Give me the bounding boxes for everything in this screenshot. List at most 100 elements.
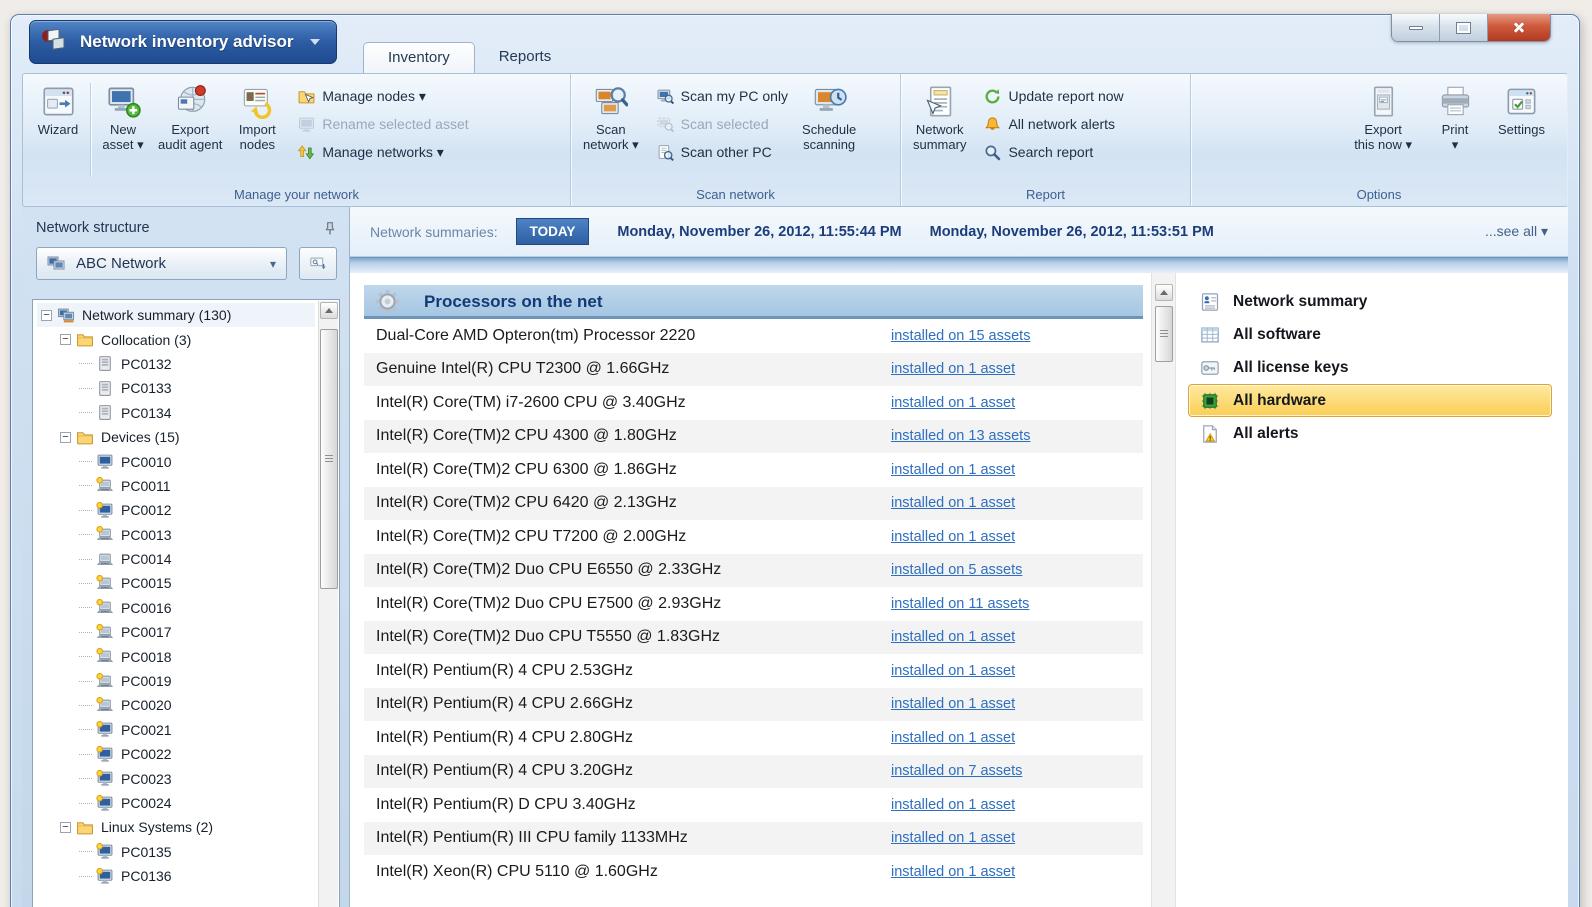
tree-item[interactable]: PC0011 bbox=[37, 474, 315, 498]
tree-scrollbar[interactable] bbox=[318, 301, 338, 907]
installed-on-link[interactable]: installed on 1 asset bbox=[891, 663, 1131, 679]
scan-network-button[interactable]: Scan network ▾ bbox=[577, 79, 645, 152]
pin-icon[interactable] bbox=[323, 221, 337, 236]
tab-reports[interactable]: Reports bbox=[475, 42, 576, 73]
discover-network-button[interactable] bbox=[299, 247, 337, 280]
tree-item-label: PC0012 bbox=[121, 502, 172, 519]
summary-date-1[interactable]: Monday, November 26, 2012, 11:55:44 PM bbox=[617, 224, 901, 240]
installed-on-link[interactable]: installed on 1 asset bbox=[891, 462, 1131, 478]
tree-connector bbox=[79, 387, 92, 389]
installed-on-link[interactable]: installed on 5 assets bbox=[891, 562, 1131, 578]
tab-inventory[interactable]: Inventory bbox=[363, 42, 475, 73]
processor-name: Dual-Core AMD Opteron(tm) Processor 2220 bbox=[376, 326, 696, 344]
tree-item[interactable]: PC0013 bbox=[37, 523, 315, 547]
import-nodes-button[interactable]: Import nodes bbox=[228, 79, 286, 152]
tree-expander-icon[interactable]: − bbox=[60, 821, 71, 833]
tree-item[interactable]: − Network summary (130) bbox=[37, 303, 315, 328]
installed-on-link[interactable]: installed on 11 assets bbox=[891, 596, 1131, 612]
installed-on-link[interactable]: installed on 13 assets bbox=[891, 428, 1131, 444]
print-button[interactable]: Print ▾ bbox=[1426, 79, 1484, 152]
tree-item[interactable]: PC0136 bbox=[37, 864, 315, 888]
installed-on-link[interactable]: installed on 1 asset bbox=[891, 529, 1131, 545]
tree-item[interactable]: PC0024 bbox=[37, 791, 315, 815]
scrollbar-thumb[interactable] bbox=[1154, 306, 1173, 362]
network-summary-button[interactable]: Network summary bbox=[907, 79, 972, 152]
laptop-new-icon bbox=[96, 648, 114, 665]
schedule-scanning-button[interactable]: Schedule scanning bbox=[796, 79, 862, 152]
close-button[interactable] bbox=[1488, 14, 1550, 41]
report-nav-item[interactable]: All software bbox=[1188, 318, 1552, 351]
scan-other-pc-button[interactable]: Scan other PC bbox=[653, 141, 792, 163]
tree-expander-icon[interactable]: − bbox=[60, 431, 71, 443]
scan-my-pc-only-button[interactable]: Scan my PC only bbox=[653, 85, 792, 107]
wizard-button[interactable]: Wizard bbox=[29, 79, 87, 137]
summary-date-2[interactable]: Monday, November 26, 2012, 11:53:51 PM bbox=[930, 224, 1214, 240]
scrollbar-up-button[interactable] bbox=[319, 302, 338, 319]
maximize-button[interactable] bbox=[1440, 14, 1488, 41]
tree-expander-icon[interactable]: − bbox=[60, 334, 71, 346]
update-report-now-button[interactable]: Update report now bbox=[980, 85, 1127, 107]
tree-item[interactable]: PC0012 bbox=[37, 498, 315, 522]
manage-nodes-button[interactable]: Manage nodes ▾ bbox=[294, 85, 472, 107]
export-audit-agent-button[interactable]: Export audit agent bbox=[152, 79, 228, 152]
new-asset-icon bbox=[106, 84, 141, 119]
tree-item[interactable]: PC0134 bbox=[37, 401, 315, 425]
search-report-button[interactable]: Search report bbox=[980, 141, 1127, 163]
main-scrollbar[interactable] bbox=[1151, 273, 1176, 907]
installed-on-link[interactable]: installed on 1 asset bbox=[891, 361, 1131, 377]
tree-item[interactable]: PC0021 bbox=[37, 718, 315, 742]
report-nav-item[interactable]: All license keys bbox=[1188, 351, 1552, 384]
update-report-icon bbox=[984, 88, 1001, 105]
scrollbar-up-button[interactable] bbox=[1154, 284, 1173, 301]
tree-item[interactable]: − Linux Systems (2) bbox=[37, 815, 315, 839]
export-this-now-button[interactable]: Export this now ▾ bbox=[1348, 79, 1418, 152]
network-selector-dropdown[interactable]: ABC Network ▾ bbox=[36, 247, 287, 280]
manage-networks-button[interactable]: Manage networks ▾ bbox=[294, 141, 472, 163]
installed-on-link[interactable]: installed on 1 asset bbox=[891, 629, 1131, 645]
tree-connector bbox=[79, 461, 92, 463]
tree-item[interactable]: PC0022 bbox=[37, 742, 315, 766]
tree-item[interactable]: PC0135 bbox=[37, 840, 315, 864]
report-nav-item[interactable]: Network summary bbox=[1188, 285, 1552, 318]
settings-button[interactable]: Settings bbox=[1492, 79, 1551, 137]
all-network-alerts-button[interactable]: All network alerts bbox=[980, 113, 1127, 135]
tree-item[interactable]: PC0019 bbox=[37, 669, 315, 693]
installed-on-link[interactable]: installed on 15 assets bbox=[891, 328, 1131, 344]
tree-item[interactable]: PC0014 bbox=[37, 547, 315, 571]
new-asset-button[interactable]: New asset ▾ bbox=[94, 79, 152, 152]
tree-item[interactable]: PC0132 bbox=[37, 352, 315, 376]
tree-item[interactable]: PC0010 bbox=[37, 449, 315, 473]
search-report-label: Search report bbox=[1008, 144, 1094, 160]
tree-item-label: PC0022 bbox=[121, 746, 172, 763]
rename-selected-asset-button[interactable]: Rename selected asset bbox=[294, 113, 472, 135]
tree-item[interactable]: − Devices (15) bbox=[37, 425, 315, 449]
installed-on-link[interactable]: installed on 1 asset bbox=[891, 864, 1131, 880]
tree-item[interactable]: PC0020 bbox=[37, 693, 315, 717]
scan-other-pc-icon bbox=[657, 144, 674, 161]
scan-selected-button[interactable]: Scan selected bbox=[653, 113, 792, 135]
tree-item[interactable]: PC0018 bbox=[37, 644, 315, 668]
installed-on-link[interactable]: installed on 1 asset bbox=[891, 730, 1131, 746]
tree-item[interactable]: PC0023 bbox=[37, 766, 315, 790]
installed-on-link[interactable]: installed on 1 asset bbox=[891, 797, 1131, 813]
tree-item[interactable]: PC0133 bbox=[37, 376, 315, 400]
tree-item[interactable]: PC0017 bbox=[37, 620, 315, 644]
tree-item[interactable]: − Collocation (3) bbox=[37, 327, 315, 351]
today-badge[interactable]: TODAY bbox=[515, 218, 590, 245]
installed-on-link[interactable]: installed on 1 asset bbox=[891, 696, 1131, 712]
tree-item[interactable]: PC0015 bbox=[37, 571, 315, 595]
report-nav-item[interactable]: All hardware bbox=[1188, 384, 1552, 417]
installed-on-link[interactable]: installed on 7 assets bbox=[891, 763, 1131, 779]
see-all-link[interactable]: ...see all ▾ bbox=[1485, 223, 1548, 240]
installed-on-link[interactable]: installed on 1 asset bbox=[891, 830, 1131, 846]
tree-item[interactable]: PC0016 bbox=[37, 596, 315, 620]
installed-on-link[interactable]: installed on 1 asset bbox=[891, 495, 1131, 511]
tree-expander-icon[interactable]: − bbox=[41, 309, 52, 321]
report-nav-item[interactable]: All alerts bbox=[1188, 417, 1552, 450]
processor-row: Intel(R) Core(TM)2 Duo CPU E6550 @ 2.33G… bbox=[364, 553, 1143, 587]
scrollbar-thumb[interactable] bbox=[319, 329, 338, 589]
installed-on-link[interactable]: installed on 1 asset bbox=[891, 395, 1131, 411]
tree-item-label: PC0021 bbox=[121, 721, 172, 738]
app-menu-button[interactable]: Network inventory advisor bbox=[29, 20, 337, 64]
minimize-button[interactable] bbox=[1392, 14, 1440, 41]
